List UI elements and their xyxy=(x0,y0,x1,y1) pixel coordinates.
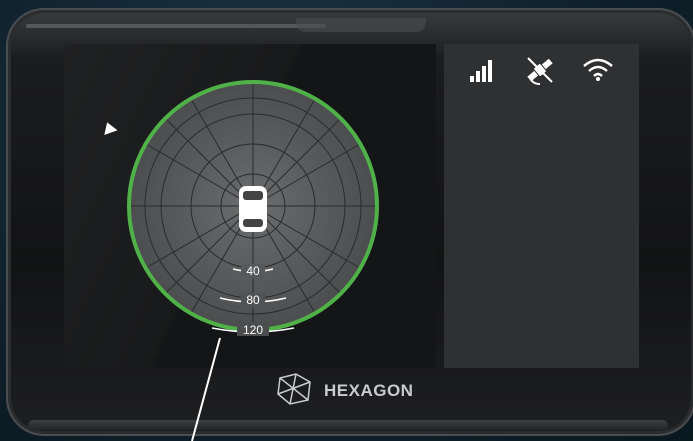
callout-line xyxy=(191,337,221,441)
